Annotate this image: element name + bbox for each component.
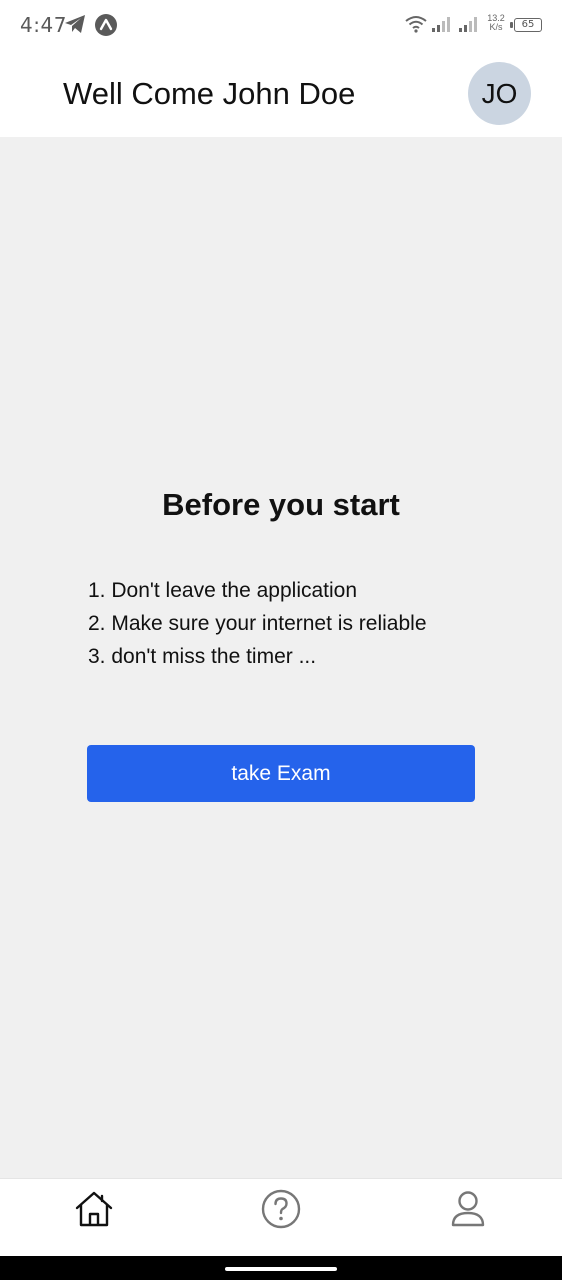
app-header: Well Come John Doe JO: [0, 52, 562, 137]
wifi-icon: [405, 15, 427, 38]
network-speed-unit: K/s: [489, 22, 503, 32]
rule-item: 3. don't miss the timer ...: [88, 645, 317, 668]
take-exam-button[interactable]: take Exam: [87, 745, 475, 802]
avatar[interactable]: JO: [468, 62, 531, 125]
screen: 4:47 13.2 K/s 65 Well Come John Doe JO B…: [0, 0, 562, 1280]
telegram-icon: [64, 14, 86, 39]
rules-list: 1. Don't leave the application 2. Make s…: [88, 574, 427, 673]
rule-item: 2. Make sure your internet is reliable: [88, 612, 427, 635]
battery-icon: 65: [510, 18, 542, 32]
nav-help[interactable]: [259, 1187, 303, 1231]
user-icon: [451, 1191, 485, 1227]
system-nav-bar: [0, 1256, 562, 1280]
app-notification-icon: [94, 13, 118, 42]
nav-home[interactable]: [72, 1187, 116, 1231]
status-bar: 4:47 13.2 K/s 65: [0, 0, 562, 52]
signal-icon: [432, 16, 454, 37]
signal-icon: [459, 16, 481, 37]
home-indicator[interactable]: [225, 1267, 337, 1271]
section-title: Before you start: [162, 487, 400, 522]
help-icon: [261, 1189, 301, 1229]
rule-item: 1. Don't leave the application: [88, 579, 358, 602]
nav-profile[interactable]: [446, 1187, 490, 1231]
home-icon: [75, 1191, 113, 1227]
bottom-nav: [0, 1178, 562, 1256]
page-title: Well Come John Doe: [63, 76, 356, 111]
main-content: Before you start 1. Don't leave the appl…: [0, 137, 562, 1178]
status-time: 4:47: [20, 13, 67, 37]
network-speed: 13.2 K/s: [485, 14, 507, 32]
